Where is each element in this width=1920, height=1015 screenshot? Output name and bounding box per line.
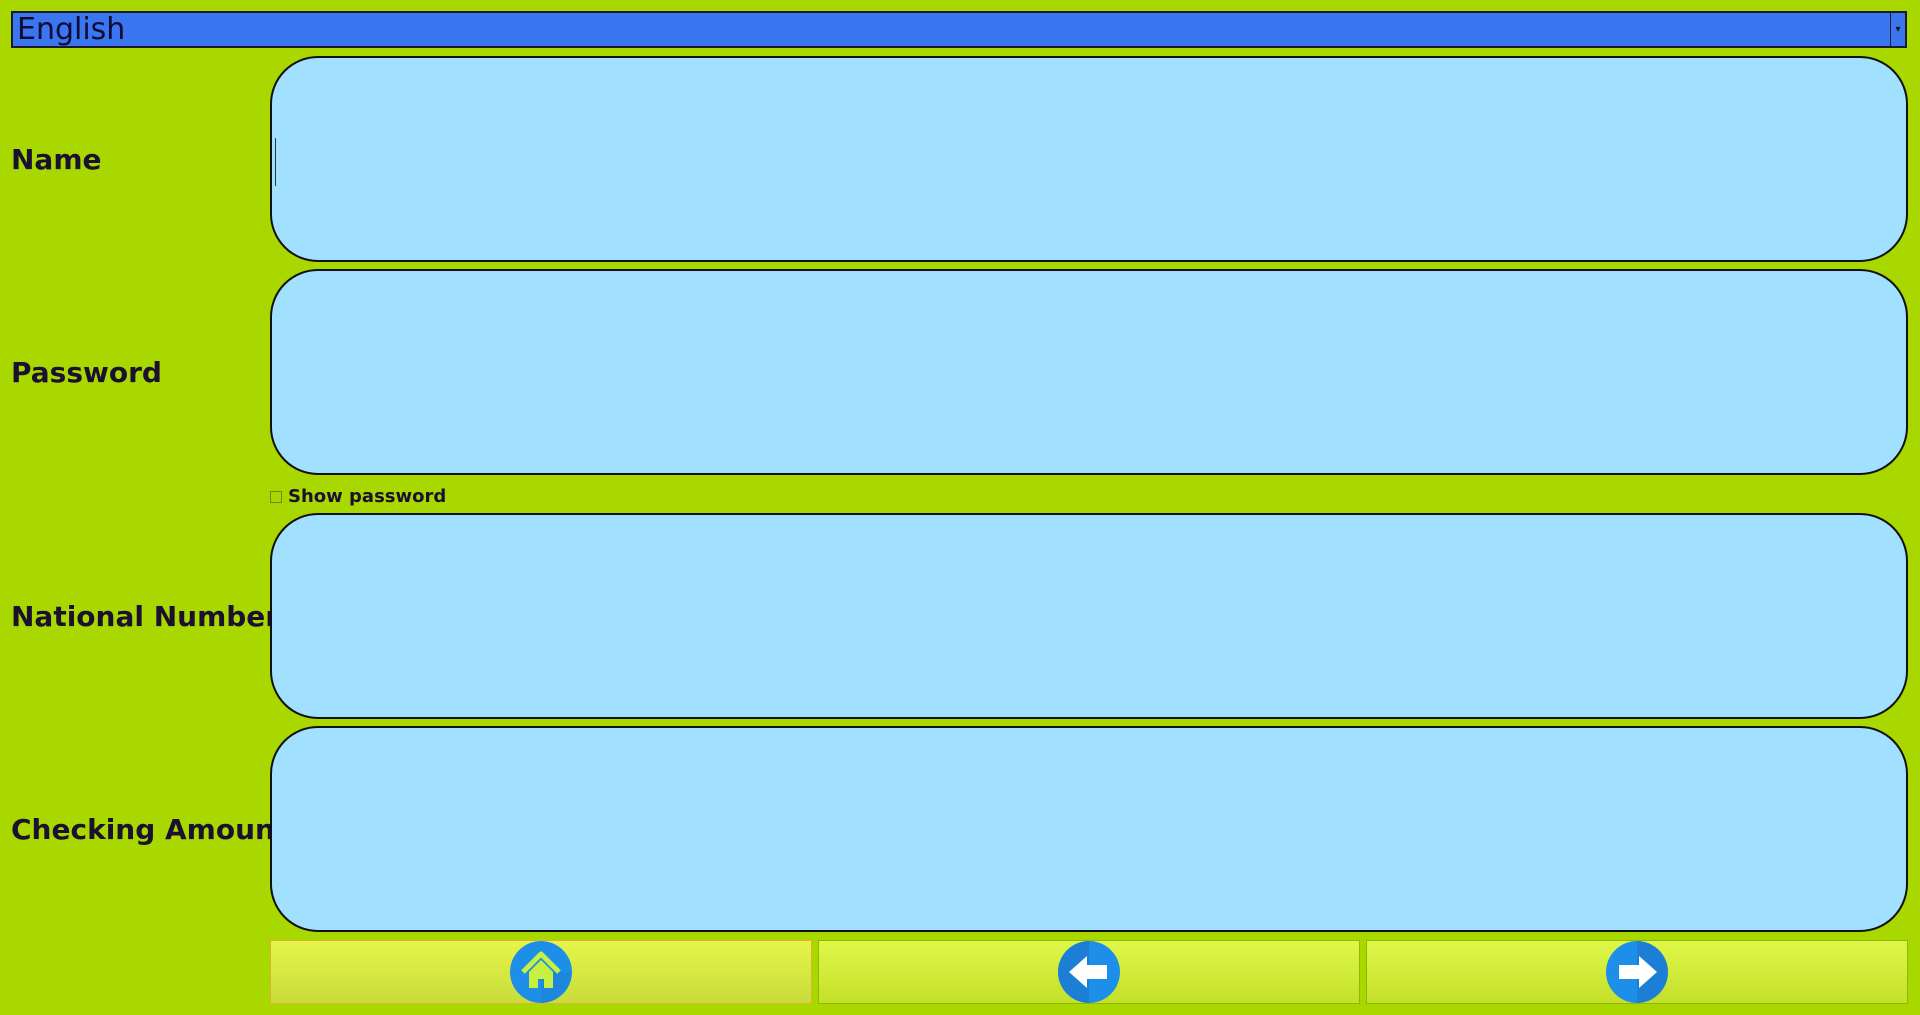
next-button[interactable] <box>1366 940 1908 1004</box>
password-label: Password <box>11 356 162 389</box>
name-input[interactable] <box>270 56 1908 262</box>
show-password-checkbox[interactable] <box>270 490 282 503</box>
chevron-down-icon[interactable]: ▾ <box>1890 13 1905 46</box>
language-select[interactable]: English ▾ <box>11 11 1907 48</box>
show-password-label: Show password <box>288 486 447 507</box>
language-select-value: English <box>17 12 126 47</box>
show-password-toggle[interactable]: Show password <box>270 486 446 507</box>
checking-amount-label: Checking Amount <box>11 813 289 846</box>
arrow-right-icon <box>1606 941 1668 1003</box>
home-icon <box>510 941 572 1003</box>
back-button[interactable] <box>818 940 1360 1004</box>
text-caret <box>275 138 276 186</box>
home-button[interactable] <box>270 940 812 1004</box>
checking-amount-input[interactable] <box>270 726 1908 932</box>
arrow-left-icon <box>1058 941 1120 1003</box>
national-number-input[interactable] <box>270 513 1908 719</box>
name-label: Name <box>11 143 102 176</box>
national-number-label: National Number <box>11 600 280 633</box>
password-input[interactable] <box>270 269 1908 475</box>
